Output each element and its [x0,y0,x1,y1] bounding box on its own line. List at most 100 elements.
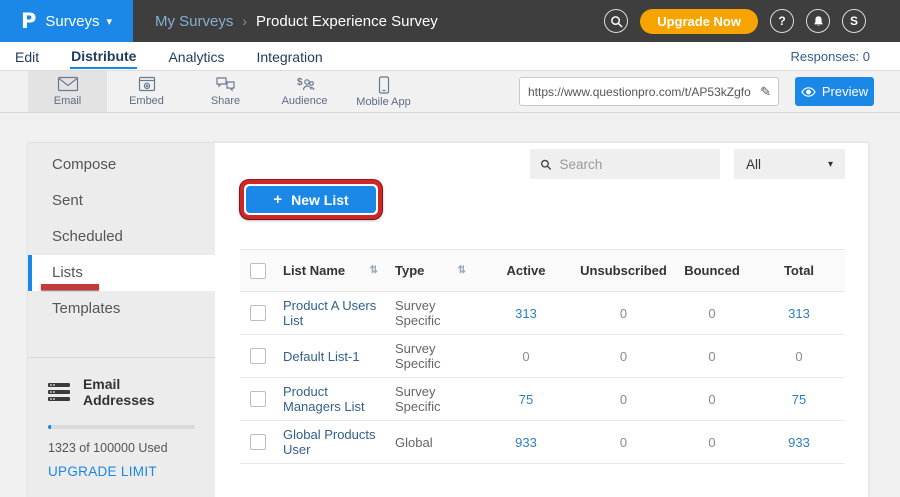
preview-button[interactable]: Preview [795,77,874,106]
search-icon [540,158,552,171]
upgrade-now-button[interactable]: Upgrade Now [640,9,758,34]
survey-url-input[interactable] [520,85,753,99]
audience-icon: $ [294,76,316,93]
list-name-link[interactable]: Product Managers List [283,384,365,414]
surveys-menu-label: Surveys [45,13,99,30]
tab-integration[interactable]: Integration [256,45,324,68]
channel-share[interactable]: Share [186,71,265,112]
row-checkbox[interactable] [250,391,266,407]
channel-embed-label: Embed [129,95,164,107]
email-addresses-title: Email Addresses [83,376,195,408]
toolbar-right: ✎ Preview [519,77,874,106]
list-type: Survey Specific [388,335,476,378]
embed-icon [137,76,157,93]
tab-edit[interactable]: Edit [14,45,40,68]
email-addresses-section: Email Addresses 1323 of 100000 Used UPGR… [28,357,215,479]
chevron-down-icon: ▾ [828,159,833,170]
svg-text:$: $ [297,77,303,88]
sidebar-item-compose[interactable]: Compose [28,147,215,183]
channel-email[interactable]: Email [28,71,107,112]
list-search-box [530,149,720,179]
sort-icon[interactable]: ⇅ [370,265,378,276]
email-usage-progress-bar [48,425,195,429]
table-row: Default List-1 Survey Specific 0 0 0 0 [240,335,845,378]
envelope-icon [57,76,79,93]
bounced-count: 0 [671,378,753,421]
col-header-unsubscribed: Unsubscribed [576,250,671,292]
help-button[interactable]: ? [770,9,794,33]
mobile-icon [378,76,390,94]
col-header-type[interactable]: Type [395,263,424,278]
total-count[interactable]: 933 [753,421,845,464]
filter-selected-value: All [746,157,761,172]
total-count[interactable]: 313 [753,292,845,335]
global-search-button[interactable] [604,9,628,33]
breadcrumb-my-surveys[interactable]: My Surveys [155,13,233,30]
search-icon [610,15,623,28]
channel-audience[interactable]: $ Audience [265,71,344,112]
email-lists-table: List Name ⇅ Type ⇅ Active Unsubscribed B… [240,249,845,464]
total-count[interactable]: 75 [753,378,845,421]
new-list-label: New List [291,192,349,208]
active-count[interactable]: 75 [476,378,576,421]
list-name-link[interactable]: Global Products User [283,427,376,457]
list-type: Survey Specific [388,292,476,335]
responses-count[interactable]: Responses: 0 [791,49,871,64]
row-checkbox[interactable] [250,434,266,450]
col-header-bounced: Bounced [671,250,753,292]
total-count: 0 [753,335,845,378]
unsubscribed-count: 0 [576,378,671,421]
channel-share-label: Share [211,95,240,107]
unsubscribed-count: 0 [576,421,671,464]
survey-nav-bar: Edit Distribute Analytics Integration Re… [0,42,900,71]
app-logo-block[interactable]: P Surveys ▾ [0,0,133,42]
sidebar-item-lists-label: Lists [52,264,83,281]
sidebar-item-lists[interactable]: Lists [28,255,215,291]
channel-embed[interactable]: Embed [107,71,186,112]
sidebar-item-templates[interactable]: Templates [28,291,215,327]
list-name-link[interactable]: Product A Users List [283,298,376,328]
distribute-toolbar: Email Embed Share $ Audience Mobile App … [0,71,900,113]
tab-distribute[interactable]: Distribute [70,44,137,69]
edit-url-icon[interactable]: ✎ [753,84,778,100]
channel-mobile-app[interactable]: Mobile App [344,71,423,112]
col-header-active: Active [476,250,576,292]
upgrade-limit-link[interactable]: UPGRADE LIMIT [48,464,195,479]
channel-email-label: Email [54,95,82,107]
email-addresses-header: Email Addresses [48,376,195,408]
notifications-button[interactable] [806,9,830,33]
table-row: Product Managers List Survey Specific 75… [240,378,845,421]
list-filters-row: All ▾ [240,149,845,179]
bounced-count: 0 [671,292,753,335]
sidebar-item-scheduled[interactable]: Scheduled [28,219,215,255]
list-type-filter-dropdown[interactable]: All ▾ [734,149,845,179]
list-search-input[interactable] [560,157,710,172]
sidebar-item-sent[interactable]: Sent [28,183,215,219]
row-checkbox[interactable] [250,348,266,364]
channel-mobile-label: Mobile App [356,96,410,108]
active-count[interactable]: 313 [476,292,576,335]
surveys-menu[interactable]: Surveys ▾ [45,13,112,30]
plus-icon: + [273,191,282,208]
col-header-list-name[interactable]: List Name [283,263,345,278]
new-list-button[interactable]: + New List [246,186,376,213]
list-name-link[interactable]: Default List-1 [283,349,360,364]
select-all-checkbox[interactable] [250,263,266,279]
tab-analytics[interactable]: Analytics [167,45,225,68]
breadcrumb-current-survey: Product Experience Survey [256,13,438,30]
new-list-annotation-ring: + New List [240,180,382,219]
unsubscribed-count: 0 [576,335,671,378]
table-header-row: List Name ⇅ Type ⇅ Active Unsubscribed B… [240,250,845,292]
email-lists-panel: Compose Sent Scheduled Lists Templates E… [28,143,868,497]
email-usage-progress-fill [48,425,51,429]
channel-audience-label: Audience [282,95,328,107]
active-count[interactable]: 933 [476,421,576,464]
bell-icon [812,15,825,28]
row-checkbox[interactable] [250,305,266,321]
breadcrumb: My Surveys › Product Experience Survey [155,13,438,30]
bounced-count: 0 [671,421,753,464]
chevron-down-icon: ▾ [107,15,113,28]
sort-icon[interactable]: ⇅ [458,265,466,276]
red-underline-annotation [41,284,99,290]
user-avatar[interactable]: S [842,9,866,33]
